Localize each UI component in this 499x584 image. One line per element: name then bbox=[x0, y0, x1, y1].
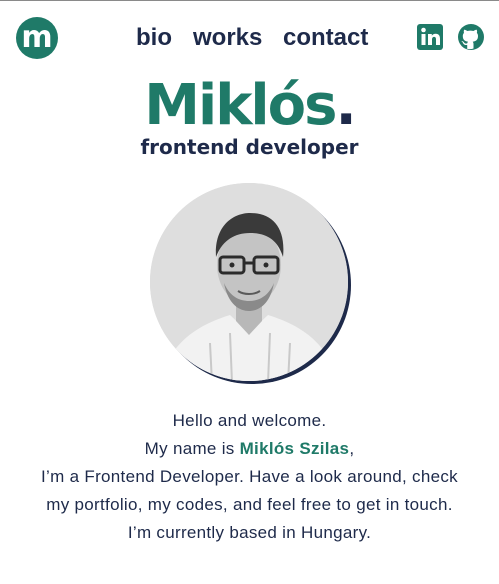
intro-line-portfolio: my portfolio, my codes, and feel free to… bbox=[46, 495, 453, 514]
nav-works-link[interactable]: works bbox=[193, 21, 262, 55]
intro-line-location: I’m currently based in Hungary. bbox=[127, 523, 372, 542]
linkedin-icon[interactable] bbox=[416, 23, 444, 51]
nav-contact-link[interactable]: contact bbox=[283, 21, 368, 55]
portrait-photo bbox=[150, 183, 348, 381]
github-icon[interactable] bbox=[457, 23, 485, 51]
name-highlight: Miklós Szilas bbox=[239, 439, 350, 458]
intro-name-prefix: My name is bbox=[144, 439, 240, 458]
intro-line-name: My name is Miklós Szilas, bbox=[0, 435, 499, 463]
hero-name: Miklós. bbox=[0, 71, 499, 141]
intro-text: Hello and welcome. My name is Miklós Szi… bbox=[0, 407, 499, 547]
nav-bio-link[interactable]: bio bbox=[136, 21, 172, 55]
hero-name-dot: . bbox=[335, 73, 356, 138]
intro-line-role: I’m a Frontend Developer. Have a look ar… bbox=[41, 467, 458, 486]
hero-name-text: Miklós bbox=[144, 73, 337, 138]
hero-subtitle: frontend developer bbox=[140, 135, 359, 159]
intro-line-welcome: Hello and welcome. bbox=[172, 411, 327, 430]
intro-name-suffix: , bbox=[349, 439, 355, 458]
portrait bbox=[150, 183, 352, 385]
